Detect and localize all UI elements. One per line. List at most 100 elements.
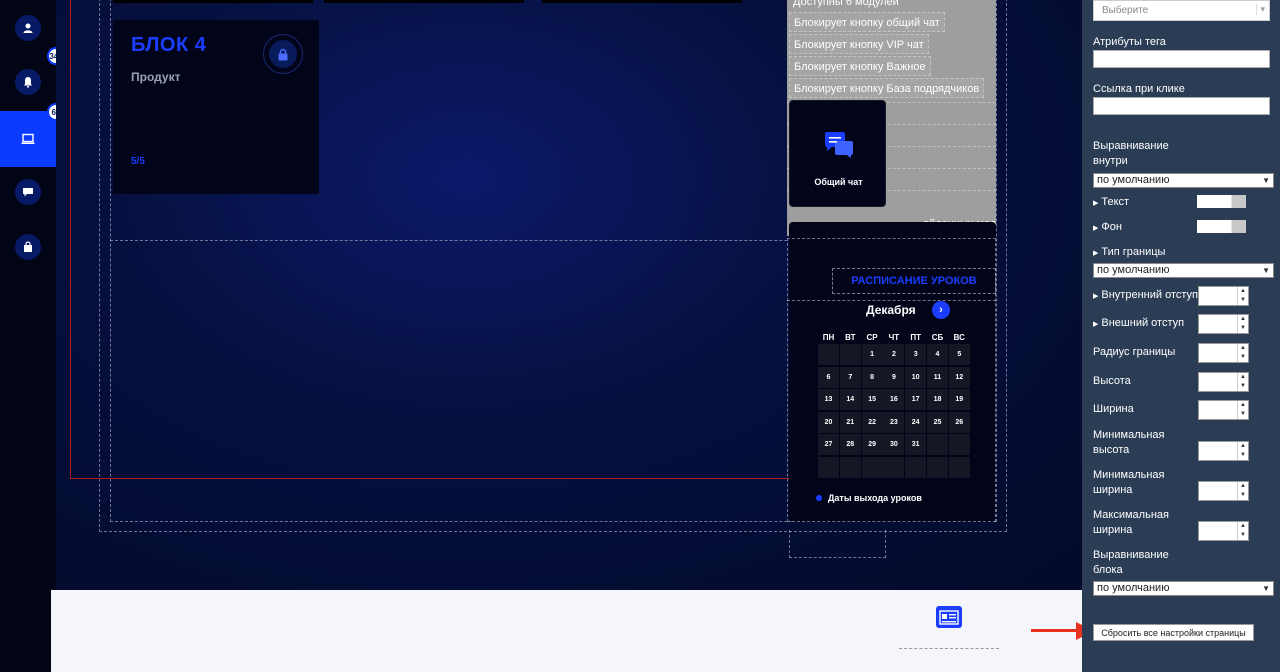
- list-item[interactable]: Блокирует кнопку Важное: [789, 56, 931, 76]
- spinner-arrows-icon[interactable]: ▲ ▼: [1237, 401, 1248, 419]
- bell-icon: [15, 69, 41, 95]
- border-type-value: по умолчанию: [1097, 264, 1170, 276]
- calendar-day[interactable]: 8: [861, 366, 883, 388]
- bg-color-swatch[interactable]: [1197, 220, 1246, 233]
- radius-input[interactable]: ▲ ▼: [1198, 343, 1249, 363]
- general-chat-card[interactable]: Общий чат: [789, 100, 886, 207]
- chevron-right-icon[interactable]: ›: [932, 301, 950, 319]
- calendar-day[interactable]: 5: [948, 344, 970, 365]
- min-width-input[interactable]: ▲ ▼: [1198, 481, 1249, 501]
- calendar-day[interactable]: 2: [883, 344, 905, 365]
- block-align-label-2: блока: [1093, 564, 1123, 576]
- padding-input[interactable]: ▲ ▼: [1198, 286, 1249, 306]
- calendar-day[interactable]: 6: [818, 366, 839, 388]
- tag-attributes-input[interactable]: [1093, 50, 1270, 68]
- reset-settings-button[interactable]: Сбросить все настройки страницы: [1093, 624, 1254, 641]
- list-item[interactable]: Блокирует кнопку База подрядчиков: [789, 78, 985, 98]
- calendar-day: [948, 456, 970, 478]
- sidebar-item-courses[interactable]: [0, 111, 56, 167]
- margin-input[interactable]: ▲ ▼: [1198, 314, 1249, 334]
- calendar-day[interactable]: 19: [948, 389, 970, 410]
- block-card[interactable]: БЛОК 4 Продукт 5/5: [113, 20, 319, 194]
- calendar-day[interactable]: 26: [948, 411, 970, 433]
- calendar-day[interactable]: 18: [927, 389, 948, 410]
- sidebar-item-chat[interactable]: [0, 164, 56, 220]
- text-color-toggle[interactable]: ▶ Текст: [1093, 195, 1129, 211]
- spinner-arrows-icon[interactable]: ▲ ▼: [1237, 373, 1248, 391]
- calendar-day[interactable]: 14: [839, 389, 861, 410]
- bg-color-toggle[interactable]: ▶ Фон: [1093, 220, 1122, 236]
- list-item[interactable]: Блокирует кнопку общий чат: [789, 12, 945, 32]
- spinner-arrows-icon[interactable]: ▲ ▼: [1237, 482, 1248, 500]
- icon-underline: [899, 648, 999, 649]
- border-type-toggle[interactable]: ▶ Тип границы: [1093, 245, 1165, 261]
- min-height-input[interactable]: ▲ ▼: [1198, 441, 1249, 461]
- calendar-day[interactable]: 9: [883, 366, 905, 388]
- calendar-day[interactable]: 17: [905, 389, 927, 410]
- spinner-arrows-icon[interactable]: ▲ ▼: [1237, 315, 1248, 333]
- weekday-label: СБ: [931, 333, 944, 342]
- margin-toggle[interactable]: ▶ Внешний отступ: [1093, 316, 1184, 332]
- calendar-day[interactable]: 13: [818, 389, 839, 410]
- calendar-day[interactable]: 27: [818, 434, 839, 455]
- editor-canvas: БЛОК 4 Продукт 5/5 Доступны 6 модулей Бл…: [56, 0, 1082, 590]
- inner-align-select[interactable]: по умолчанию ▼: [1093, 173, 1274, 188]
- list-item[interactable]: Доступны 6 модулей: [789, 0, 903, 12]
- width-input[interactable]: ▲ ▼: [1198, 400, 1249, 420]
- click-link-input[interactable]: [1093, 97, 1270, 115]
- chevron-down-icon: ▼: [1262, 266, 1270, 275]
- sidebar-item-notifications[interactable]: [0, 54, 56, 110]
- calendar-day[interactable]: 30: [883, 434, 905, 455]
- sidebar-item-profile[interactable]: [0, 0, 56, 56]
- width-label: Ширина: [1093, 403, 1134, 415]
- calendar-day[interactable]: 4: [927, 344, 948, 365]
- calendar-day[interactable]: 21: [839, 411, 861, 433]
- list-item[interactable]: Блокирует кнопку VIP чат: [789, 34, 929, 54]
- triangle-right-icon: ▶: [1093, 225, 1099, 232]
- spinner-arrows-icon[interactable]: ▲ ▼: [1237, 442, 1248, 460]
- sidebar-item-shop[interactable]: [0, 219, 56, 275]
- calendar-day[interactable]: 25: [927, 411, 948, 433]
- text-color-swatch[interactable]: [1197, 195, 1246, 208]
- margin-label: Внешний отступ: [1101, 317, 1185, 329]
- user-icon: [15, 15, 41, 41]
- chevron-down-icon: ▼: [1262, 176, 1270, 185]
- triangle-right-icon: ▶: [1093, 250, 1099, 257]
- calendar-day[interactable]: 1: [861, 344, 883, 365]
- block-align-select[interactable]: по умолчанию ▼: [1093, 581, 1274, 596]
- calendar-day[interactable]: 20: [818, 411, 839, 433]
- document-icon[interactable]: [936, 606, 962, 628]
- weekday-label: СР: [866, 333, 878, 342]
- calendar-day[interactable]: 12: [948, 366, 970, 388]
- border-type-select[interactable]: по умолчанию ▼: [1093, 263, 1274, 278]
- spinner-arrows-icon[interactable]: ▲ ▼: [1237, 287, 1248, 305]
- calendar-day[interactable]: 24: [905, 411, 927, 433]
- triangle-right-icon: ▶: [1093, 321, 1099, 328]
- schedule-button[interactable]: РАСПИСАНИЕ УРОКОВ: [832, 268, 996, 294]
- padding-toggle[interactable]: ▶ Внутренний отступ: [1093, 288, 1198, 304]
- calendar-day[interactable]: 11: [927, 366, 948, 388]
- settings-panel: Выберите ▾ Атрибуты тега Ссылка при клик…: [1082, 0, 1280, 672]
- calendar-day: [948, 434, 970, 455]
- tag-select[interactable]: Выберите ▾: [1093, 0, 1270, 21]
- max-width-input[interactable]: ▲ ▼: [1198, 521, 1249, 541]
- calendar-day[interactable]: 15: [861, 389, 883, 410]
- calendar-day[interactable]: 29: [861, 434, 883, 455]
- calendar-day[interactable]: 28: [839, 434, 861, 455]
- height-input[interactable]: ▲ ▼: [1198, 372, 1249, 392]
- block-subtitle: Продукт: [131, 70, 181, 84]
- block-align-value: по умолчанию: [1097, 582, 1170, 594]
- spinner-arrows-icon[interactable]: ▲ ▼: [1237, 344, 1248, 362]
- padding-label: Внутренний отступ: [1101, 289, 1198, 301]
- calendar-day[interactable]: 23: [883, 411, 905, 433]
- calendar-day[interactable]: 7: [839, 366, 861, 388]
- spinner-arrows-icon[interactable]: ▲ ▼: [1237, 522, 1248, 540]
- calendar-day[interactable]: 31: [905, 434, 927, 455]
- calendar-day[interactable]: 3: [905, 344, 927, 365]
- weekday-label: ВТ: [845, 333, 856, 342]
- calendar-day[interactable]: 22: [861, 411, 883, 433]
- triangle-right-icon: ▶: [1093, 293, 1099, 300]
- calendar-day: [818, 456, 839, 478]
- calendar-day[interactable]: 16: [883, 389, 905, 410]
- calendar-day[interactable]: 10: [905, 366, 927, 388]
